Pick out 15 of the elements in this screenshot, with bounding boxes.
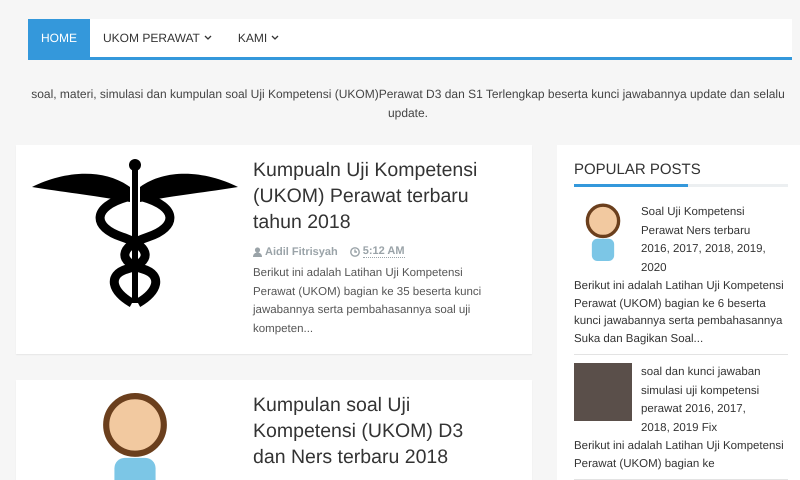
popular-post-title[interactable]: soal dan kunci jawaban simulasi uji kompetensi perawat 2016, 2017, 2018, 2019 Fix: [641, 363, 769, 437]
popular-post-excerpt: Berikut ini adalah Latihan Uji Kompetensi Perawat (UKOM) bagian ke: [574, 439, 785, 472]
cartoon-figure-drawing: [585, 203, 621, 261]
post-title[interactable]: Kumpualn Uji Kompetensi (UKOM) Perawat terbaru tahun 2018: [253, 157, 500, 235]
nav-tab[interactable]: UKOM PERAWAT: [90, 19, 225, 57]
sidebar-heading: POPULAR POSTS: [574, 161, 702, 180]
post-excerpt: Berikut ini adalah Latihan Uji Kompetensi Perawat (UKOM) bagian ke 35 beserta kunci jawabannya serta pembahasannya soal uji kompeten...: [253, 266, 482, 336]
clock-icon: [350, 246, 360, 256]
popular-post-title[interactable]: Soal Uji Kompetensi Perawat Ners terbaru 2016, 2017, 2018, 2019, 2020: [641, 203, 769, 277]
popular-post-excerpt: Berikut ini adalah Latihan Uji Kompetensi Perawat (UKOM) bagian ke 6 beserta kunci jawabannya serta pembahasannya Suka dan Bagikan Soal...: [574, 279, 785, 346]
photo-placeholder: [574, 363, 632, 421]
site-description: soal, materi, simulasi dan kumpulan soal Uji Kompetensi (UKOM)Perawat D3 dan S1 Terlengkap beserta kunci jawabannya update dan selalu update.: [30, 86, 786, 122]
nav-tab[interactable]: KAMI: [224, 19, 292, 57]
user-icon: [253, 246, 262, 256]
post-title[interactable]: Kumpulan soal Uji Kompetensi (UKOM) D3 dan Ners terbaru 2018: [253, 392, 500, 470]
